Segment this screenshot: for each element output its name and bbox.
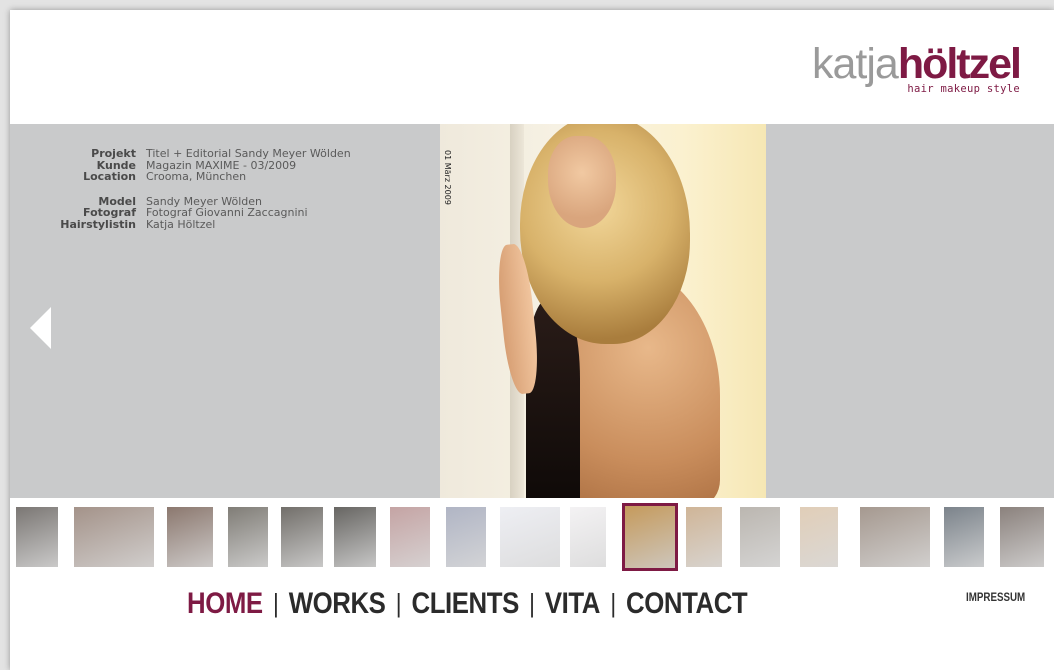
- info-row-hairstylistin: Hairstylistin Katja Höltzel: [22, 217, 351, 231]
- thumb-5[interactable]: [281, 507, 323, 567]
- info-row-projekt: Projekt Titel + Editorial Sandy Meyer Wö…: [22, 148, 351, 160]
- info-label: Projekt: [91, 147, 136, 160]
- info-value: Crooma, München: [146, 170, 247, 183]
- nav-separator: |: [529, 587, 535, 618]
- info-value: Fotograf Giovanni Zaccagnini: [146, 206, 308, 219]
- thumb-13[interactable]: [740, 507, 780, 567]
- thumb-16[interactable]: [944, 507, 984, 567]
- impressum-link[interactable]: IMPRESSUM: [966, 592, 1025, 604]
- info-label: Fotograf: [83, 206, 136, 219]
- nav-home[interactable]: HOME: [187, 587, 263, 621]
- nav-clients[interactable]: CLIENTS: [411, 587, 519, 621]
- nav-separator: |: [273, 587, 279, 618]
- thumb-8[interactable]: [446, 507, 486, 567]
- thumb-4[interactable]: [228, 507, 268, 567]
- thumb-7[interactable]: [390, 507, 430, 567]
- info-label: Hairstylistin: [60, 217, 136, 231]
- thumb-14[interactable]: [800, 507, 838, 567]
- info-label: Location: [83, 170, 136, 183]
- info-row-location: Location Crooma, München: [22, 171, 351, 183]
- main-nav: HOME | WORKS | CLIENTS | VITA | CONTACT: [187, 584, 748, 624]
- info-gap: [22, 183, 351, 196]
- photo-figure-face: [548, 136, 616, 228]
- info-row-fotograf: Fotograf Fotograf Giovanni Zaccagnini: [22, 207, 351, 219]
- thumb-15[interactable]: [860, 507, 930, 567]
- nav-contact[interactable]: CONTACT: [626, 587, 748, 621]
- logo[interactable]: katjahöltzel hair makeup style: [811, 40, 1022, 95]
- previous-arrow-icon[interactable]: [30, 307, 51, 349]
- main-photo: 01 März 2009: [440, 124, 766, 498]
- thumb-3[interactable]: [167, 507, 213, 567]
- nav-works[interactable]: WORKS: [289, 587, 386, 621]
- info-value: Titel + Editorial Sandy Meyer Wölden: [146, 147, 351, 160]
- thumb-12[interactable]: [686, 507, 722, 567]
- thumb-17[interactable]: [1000, 507, 1044, 567]
- nav-separator: |: [610, 587, 616, 618]
- logo-name-bold: höltzel: [897, 40, 1022, 88]
- info-value: Katja Höltzel: [146, 217, 216, 231]
- project-info: Projekt Titel + Editorial Sandy Meyer Wö…: [22, 148, 351, 231]
- thumb-6[interactable]: [334, 507, 376, 567]
- logo-wordmark: katjahöltzel: [811, 40, 1022, 88]
- page-frame: katjahöltzel hair makeup style Projekt T…: [10, 10, 1054, 670]
- photo-side-text: 01 März 2009: [443, 150, 452, 205]
- thumb-9[interactable]: [500, 507, 560, 567]
- thumb-10[interactable]: [570, 507, 606, 567]
- thumbnail-strip: [10, 503, 1054, 573]
- nav-separator: |: [395, 587, 402, 618]
- gallery-stage: Projekt Titel + Editorial Sandy Meyer Wö…: [10, 124, 1054, 498]
- thumb-11[interactable]: [622, 503, 678, 571]
- nav-vita[interactable]: VITA: [545, 587, 601, 621]
- thumb-1[interactable]: [16, 507, 58, 567]
- thumb-2[interactable]: [74, 507, 154, 567]
- logo-name-light: katja: [811, 40, 899, 88]
